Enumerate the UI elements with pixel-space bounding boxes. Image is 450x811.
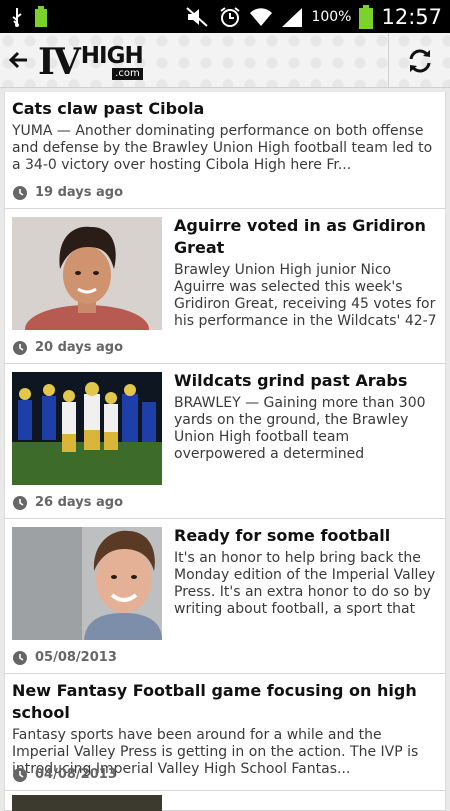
alarm-icon: [220, 6, 241, 27]
article-date: 19 days ago: [35, 185, 124, 200]
article-list: Cats claw past Cibola YUMA — Another dom…: [4, 92, 446, 811]
battery-full-notification-icon: [35, 5, 47, 27]
app-logo[interactable]: IV HIGH .com: [38, 40, 144, 83]
clock-icon: [13, 185, 27, 200]
logo-high: HIGH: [80, 43, 144, 69]
signal-icon: [282, 7, 303, 27]
clock-icon: [13, 650, 27, 665]
battery-percent: 100%: [311, 8, 352, 25]
logo-com: .com: [112, 68, 143, 80]
wifi-icon: [250, 7, 273, 26]
article-date: 26 days ago: [35, 495, 124, 510]
article-date: 05/08/2013: [35, 650, 117, 665]
article-title: New Fantasy Football game focusing on hi…: [12, 681, 417, 722]
app-bar: IV HIGH .com: [0, 33, 450, 88]
clock-icon: [13, 340, 27, 355]
article-title: Cats claw past Cibola: [12, 99, 205, 118]
article-card[interactable]: New Fantasy Football game focusing on hi…: [4, 674, 446, 791]
article-excerpt: Brawley Union High junior Nico Aguirre w…: [174, 262, 437, 329]
refresh-icon: [409, 49, 430, 72]
article-card[interactable]: Ready for some football It's an honor to…: [4, 519, 446, 674]
article-thumbnail: [12, 795, 162, 811]
article-title: Aguirre voted in as Gridiron Great: [174, 216, 426, 257]
usb-icon: [12, 7, 22, 27]
battery-icon: [359, 4, 374, 29]
article-excerpt: It's an honor to help bring back the Mon…: [174, 550, 436, 617]
clock-icon: [13, 495, 27, 510]
article-thumbnail-football: [12, 372, 162, 485]
article-excerpt: YUMA — Another dominating performance on…: [12, 123, 433, 173]
refresh-button[interactable]: [388, 33, 450, 88]
article-card[interactable]: Wildcats grind past Arabs BRAWLEY — Gain…: [4, 364, 446, 519]
article-thumbnail-headshot: [12, 527, 162, 640]
article-date: 04/08/2013: [35, 767, 117, 782]
article-card[interactable]: Cats claw past Cibola YUMA — Another dom…: [4, 92, 446, 209]
clock-icon: [13, 767, 27, 782]
back-arrow-icon: [9, 51, 27, 69]
article-title: Wildcats grind past Arabs: [174, 371, 408, 390]
article-card-partial[interactable]: [4, 791, 446, 811]
mute-icon: [186, 6, 209, 27]
article-thumbnail-portrait: [12, 217, 162, 330]
article-title: Ready for some football: [174, 526, 391, 545]
status-bar: 100% 12:57: [0, 0, 450, 33]
logo-iv: IV: [38, 41, 81, 83]
clock-time: 12:57: [381, 4, 442, 29]
article-excerpt: BRAWLEY — Gaining more than 300 yards on…: [174, 395, 426, 462]
article-date: 20 days ago: [35, 340, 124, 355]
article-card[interactable]: Aguirre voted in as Gridiron Great Brawl…: [4, 209, 446, 364]
back-button[interactable]: [0, 33, 38, 88]
